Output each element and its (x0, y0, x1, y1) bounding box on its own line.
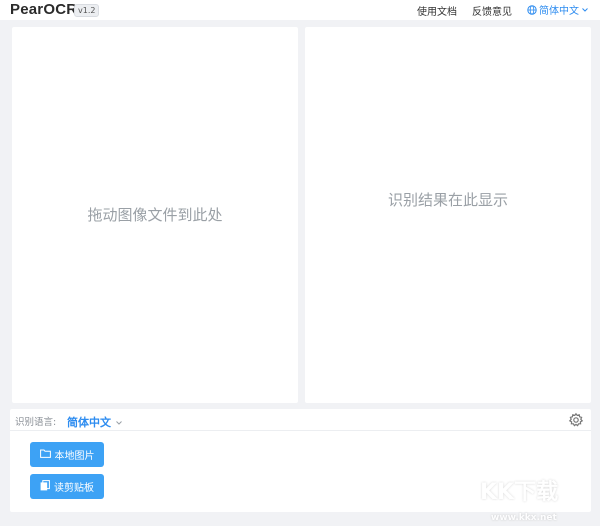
read-clipboard-label: 读剪贴板 (54, 483, 94, 494)
version-badge: v1.2 (74, 4, 100, 17)
feedback-link[interactable]: 反馈意见 (472, 3, 512, 18)
ui-language-switch[interactable]: 简体中文 (527, 2, 589, 17)
image-drop-zone[interactable]: 拖动图像文件到此处 (12, 27, 298, 403)
recognition-language-select[interactable]: 简体中文 (67, 412, 123, 431)
recognition-language-value: 简体中文 (67, 415, 111, 429)
control-panel-header: 识别语言: 简体中文 (10, 409, 591, 431)
local-image-label: 本地图片 (54, 451, 95, 462)
docs-link[interactable]: 使用文档 (417, 3, 457, 18)
folder-icon (39, 449, 51, 461)
site-watermark-url: www.kkx.net (491, 513, 557, 523)
app-logo: PearOCR (10, 1, 78, 18)
chevron-down-icon (115, 412, 123, 431)
ui-language-label: 简体中文 (539, 6, 579, 17)
drop-hint: 拖动图像文件到此处 (87, 206, 223, 224)
globe-icon (527, 4, 537, 15)
site-watermark: KK下载 (480, 480, 559, 505)
result-hint: 识别结果在此显示 (387, 190, 508, 209)
read-clipboard-button[interactable]: 读剪贴板 (30, 474, 104, 499)
result-panel: 识别结果在此显示 (305, 27, 591, 403)
chevron-down-icon (581, 6, 589, 14)
clipboard-icon (40, 479, 50, 494)
local-image-button[interactable]: 本地图片 (30, 442, 104, 467)
recognition-language-label: 识别语言: (15, 417, 57, 428)
top-bar: PearOCR v1.2 使用文档 反馈意见 简体中文 (0, 0, 600, 20)
settings-gear-icon[interactable] (568, 412, 584, 428)
